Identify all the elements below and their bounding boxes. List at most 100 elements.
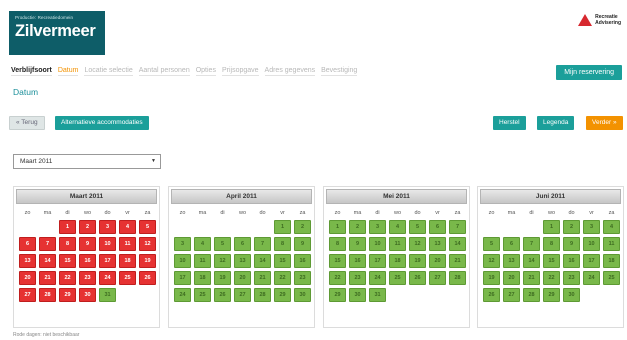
day-available[interactable]: 20: [503, 271, 520, 285]
day-available[interactable]: 7: [254, 237, 271, 251]
day-available[interactable]: 14: [449, 237, 466, 251]
day-available[interactable]: 8: [329, 237, 346, 251]
mijn-reservering-button[interactable]: Mijn reservering: [556, 65, 622, 80]
day-available[interactable]: 30: [294, 288, 311, 302]
alternatieve-accommodaties-button[interactable]: Alternatieve accommodaties: [55, 116, 149, 130]
day-available[interactable]: 29: [274, 288, 291, 302]
day-available[interactable]: 28: [449, 271, 466, 285]
day-available[interactable]: 29: [329, 288, 346, 302]
day-available[interactable]: 20: [234, 271, 251, 285]
day-available[interactable]: 5: [483, 237, 500, 251]
day-available[interactable]: 7: [449, 220, 466, 234]
day-available[interactable]: 21: [449, 254, 466, 268]
day-available[interactable]: 16: [349, 254, 366, 268]
day-available[interactable]: 18: [194, 271, 211, 285]
day-available[interactable]: 2: [294, 220, 311, 234]
day-available[interactable]: 11: [389, 237, 406, 251]
day-available[interactable]: 25: [603, 271, 620, 285]
day-available[interactable]: 17: [369, 254, 386, 268]
day-available[interactable]: 24: [174, 288, 191, 302]
day-available[interactable]: 26: [409, 271, 426, 285]
day-available[interactable]: 4: [603, 220, 620, 234]
day-available[interactable]: 21: [523, 271, 540, 285]
day-available[interactable]: 7: [523, 237, 540, 251]
day-available[interactable]: 19: [483, 271, 500, 285]
day-available[interactable]: 24: [369, 271, 386, 285]
day-available[interactable]: 9: [349, 237, 366, 251]
day-available[interactable]: 4: [194, 237, 211, 251]
day-available[interactable]: 19: [214, 271, 231, 285]
herstel-button[interactable]: Herstel: [493, 116, 526, 130]
day-available[interactable]: 31: [369, 288, 386, 302]
day-available[interactable]: 1: [274, 220, 291, 234]
day-available[interactable]: 13: [234, 254, 251, 268]
day-available[interactable]: 3: [583, 220, 600, 234]
day-available[interactable]: 4: [389, 220, 406, 234]
day-available[interactable]: 6: [234, 237, 251, 251]
day-available[interactable]: 30: [563, 288, 580, 302]
day-available[interactable]: 2: [563, 220, 580, 234]
day-available[interactable]: 18: [389, 254, 406, 268]
day-available[interactable]: 10: [174, 254, 191, 268]
day-available[interactable]: 22: [274, 271, 291, 285]
day-available[interactable]: 6: [503, 237, 520, 251]
day-available[interactable]: 17: [174, 271, 191, 285]
site-logo[interactable]: Productie: Recreatiedomein Zilvermeer: [9, 11, 105, 55]
day-available[interactable]: 15: [329, 254, 346, 268]
day-available[interactable]: 11: [194, 254, 211, 268]
day-available[interactable]: 27: [503, 288, 520, 302]
day-available[interactable]: 19: [409, 254, 426, 268]
day-available[interactable]: 8: [274, 237, 291, 251]
day-available[interactable]: 25: [389, 271, 406, 285]
day-available[interactable]: 13: [429, 237, 446, 251]
day-available[interactable]: 17: [583, 254, 600, 268]
day-available[interactable]: 12: [409, 237, 426, 251]
day-available[interactable]: 13: [503, 254, 520, 268]
day-available[interactable]: 18: [603, 254, 620, 268]
day-available[interactable]: 15: [543, 254, 560, 268]
day-available[interactable]: 22: [329, 271, 346, 285]
day-available[interactable]: 2: [349, 220, 366, 234]
day-available[interactable]: 21: [254, 271, 271, 285]
day-available[interactable]: 16: [563, 254, 580, 268]
day-available[interactable]: 14: [523, 254, 540, 268]
legenda-button[interactable]: Legenda: [537, 116, 575, 130]
day-available[interactable]: 28: [523, 288, 540, 302]
day-available[interactable]: 8: [543, 237, 560, 251]
step-verblijfsoort[interactable]: Verblijfsoort: [11, 67, 52, 76]
day-available[interactable]: 22: [543, 271, 560, 285]
day-available[interactable]: 5: [214, 237, 231, 251]
day-available[interactable]: 27: [429, 271, 446, 285]
day-available[interactable]: 29: [543, 288, 560, 302]
day-available[interactable]: 23: [349, 271, 366, 285]
day-available[interactable]: 1: [543, 220, 560, 234]
day-available[interactable]: 12: [214, 254, 231, 268]
day-available[interactable]: 9: [563, 237, 580, 251]
month-select[interactable]: Maart 2011 ▼: [13, 154, 161, 169]
day-available[interactable]: 20: [429, 254, 446, 268]
day-available[interactable]: 25: [194, 288, 211, 302]
day-available[interactable]: 10: [583, 237, 600, 251]
day-available[interactable]: 23: [563, 271, 580, 285]
day-available[interactable]: 1: [329, 220, 346, 234]
day-available[interactable]: 3: [369, 220, 386, 234]
day-available[interactable]: 11: [603, 237, 620, 251]
day-available[interactable]: 26: [214, 288, 231, 302]
day-available[interactable]: 5: [409, 220, 426, 234]
day-available[interactable]: 16: [294, 254, 311, 268]
verder-button[interactable]: Verder »: [586, 116, 623, 130]
day-available[interactable]: 15: [274, 254, 291, 268]
step-datum[interactable]: Datum: [57, 67, 79, 76]
day-available[interactable]: 3: [174, 237, 191, 251]
day-available[interactable]: 30: [349, 288, 366, 302]
day-available[interactable]: 24: [583, 271, 600, 285]
day-available[interactable]: 10: [369, 237, 386, 251]
day-available[interactable]: 23: [294, 271, 311, 285]
day-available[interactable]: 6: [429, 220, 446, 234]
day-available[interactable]: 27: [234, 288, 251, 302]
day-available[interactable]: 14: [254, 254, 271, 268]
day-available[interactable]: 9: [294, 237, 311, 251]
day-available[interactable]: 26: [483, 288, 500, 302]
day-available[interactable]: 12: [483, 254, 500, 268]
day-available[interactable]: 28: [254, 288, 271, 302]
